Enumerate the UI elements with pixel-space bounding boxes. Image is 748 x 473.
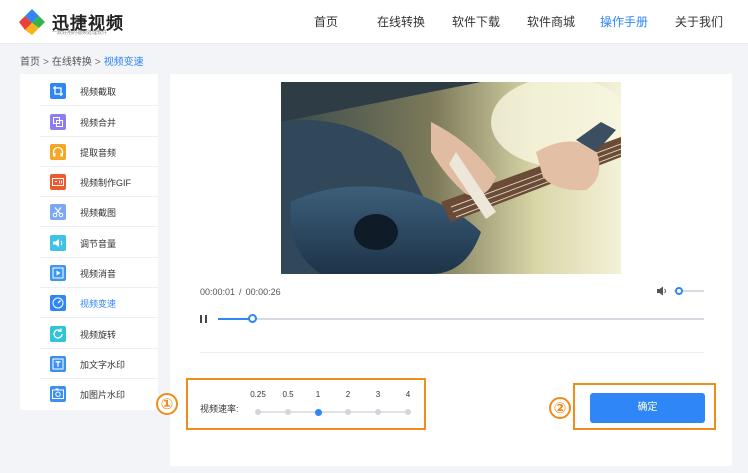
- headphones-icon: [50, 144, 66, 160]
- nav-about-us[interactable]: 关于我们: [675, 13, 723, 30]
- speedometer-icon: [50, 295, 66, 311]
- nav-software-store[interactable]: 软件商城: [527, 13, 575, 30]
- sidebar-item-video-screenshot[interactable]: 视频截图: [40, 197, 158, 227]
- volume-slider-handle[interactable]: [674, 287, 683, 295]
- sidebar-item-text-watermark[interactable]: 加文字水印: [40, 349, 158, 379]
- brand-logo[interactable]: 迅捷视频 一款好用的视频处理软件: [18, 6, 128, 38]
- play-icon: [50, 265, 66, 281]
- crop-icon: [50, 83, 66, 99]
- speed-option-selected-dot[interactable]: [314, 408, 322, 416]
- nav-online-convert[interactable]: 在线转换: [377, 13, 425, 30]
- sidebar-item-label: 视频消音: [80, 269, 117, 279]
- speed-selector-highlight: 视频速率: 0.25 0.5 1 2 3 4: [186, 378, 426, 430]
- sidebar-item-label: 提取音频: [80, 148, 117, 158]
- nav-home[interactable]: 首页: [314, 13, 338, 30]
- speed-option-label[interactable]: 4: [393, 390, 423, 399]
- sidebar-item-label: 视频截图: [80, 208, 117, 218]
- volume-icon: [50, 235, 66, 251]
- video-preview[interactable]: [281, 82, 621, 274]
- gif-icon: [50, 174, 66, 190]
- text-icon: [50, 356, 66, 372]
- progress-fill: [218, 318, 253, 320]
- sidebar-item-label: 视频旋转: [80, 330, 117, 340]
- sidebar-item-video-clip[interactable]: 视频截取: [40, 76, 158, 106]
- speed-slider-track[interactable]: [258, 411, 408, 413]
- speed-option-dot[interactable]: [345, 409, 351, 415]
- scissors-icon: [50, 204, 66, 220]
- speed-option-dot[interactable]: [255, 409, 261, 415]
- speed-option-dot[interactable]: [375, 409, 381, 415]
- time-separator: /: [239, 287, 242, 297]
- pause-button[interactable]: [200, 315, 208, 323]
- current-time: 00:00:01: [200, 287, 236, 297]
- breadcrumb-current: 视频变速: [103, 57, 144, 68]
- breadcrumb-separator: >: [43, 57, 49, 68]
- sidebar-item-video-rotate[interactable]: 视频旋转: [40, 319, 158, 349]
- breadcrumb: 首页 > 在线转换 > 视频变速: [20, 53, 144, 68]
- sidebar-item-image-watermark[interactable]: 加图片水印: [40, 379, 158, 409]
- speed-label: 视频速率:: [200, 404, 239, 414]
- tool-sidebar: 视频截取 视频合并 提取音频 视频制作GIF 视频截图 调节音量 视频消音 视频…: [20, 74, 158, 410]
- breadcrumb-home[interactable]: 首页: [20, 57, 40, 68]
- sidebar-item-label: 加图片水印: [80, 390, 126, 400]
- logo-mark-icon: [19, 9, 45, 35]
- step-marker-2: ②: [549, 397, 571, 419]
- speed-option-label[interactable]: 3: [363, 390, 393, 399]
- merge-icon: [50, 114, 66, 130]
- rotate-icon: [50, 326, 66, 342]
- sidebar-item-adjust-volume[interactable]: 调节音量: [40, 228, 158, 258]
- speaker-icon[interactable]: [656, 285, 668, 297]
- volume-slider[interactable]: [674, 287, 704, 295]
- sidebar-item-video-gif[interactable]: 视频制作GIF: [40, 167, 158, 197]
- sidebar-item-label: 视频合并: [80, 118, 117, 128]
- video-speed-panel: 00:00:01/00:00:26 视频速率: 0.25 0.5 1 2 3 4 确定 ①…: [156, 74, 732, 466]
- divider: [200, 352, 704, 353]
- video-frame-image: [281, 82, 621, 274]
- duration: 00:00:26: [245, 287, 281, 297]
- speed-option-dot[interactable]: [405, 409, 411, 415]
- image-icon: [50, 386, 66, 402]
- breadcrumb-separator: >: [94, 57, 101, 68]
- sidebar-item-label: 视频制作GIF: [80, 178, 131, 188]
- progress-bar[interactable]: [218, 314, 704, 323]
- top-header: 迅捷视频 一款好用的视频处理软件 首页 在线转换 软件下载 软件商城 操作手册 …: [0, 0, 748, 44]
- nav-software-download[interactable]: 软件下载: [452, 13, 500, 30]
- confirm-highlight: 确定: [573, 383, 716, 430]
- progress-handle[interactable]: [248, 314, 258, 323]
- sidebar-item-label: 视频变速: [80, 299, 117, 309]
- speed-option-label[interactable]: 0.5: [273, 390, 303, 399]
- confirm-button[interactable]: 确定: [590, 393, 705, 423]
- sidebar-item-label: 加文字水印: [80, 360, 126, 370]
- sidebar-item-video-speed[interactable]: 视频变速: [40, 288, 158, 318]
- speed-option-label[interactable]: 1: [303, 390, 333, 399]
- sidebar-item-video-mute[interactable]: 视频消音: [40, 258, 158, 288]
- sidebar-item-label: 调节音量: [80, 239, 117, 249]
- speed-option-label[interactable]: 0.25: [243, 390, 273, 399]
- speed-option-dot[interactable]: [285, 409, 291, 415]
- sidebar-item-label: 视频截取: [80, 87, 117, 97]
- sidebar-item-extract-audio[interactable]: 提取音频: [40, 137, 158, 167]
- speed-option-label[interactable]: 2: [333, 390, 363, 399]
- breadcrumb-online-convert[interactable]: 在线转换: [52, 57, 92, 68]
- playback-time: 00:00:01/00:00:26: [200, 287, 281, 297]
- brand-subtitle: 一款好用的视频处理软件: [52, 30, 108, 36]
- sidebar-item-video-merge[interactable]: 视频合并: [40, 107, 158, 137]
- step-marker-1: ①: [156, 393, 178, 415]
- nav-user-manual[interactable]: 操作手册: [600, 13, 648, 30]
